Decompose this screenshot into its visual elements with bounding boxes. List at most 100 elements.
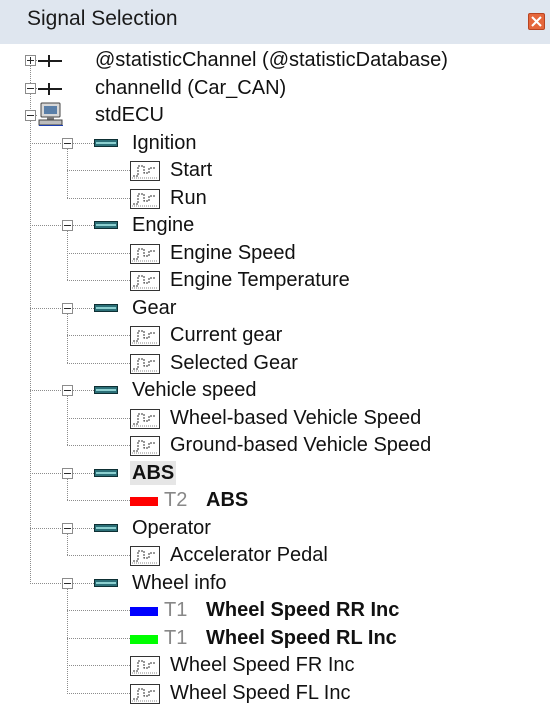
tree-item-label: Vehicle speed [132, 379, 257, 401]
tree-connector-line [73, 582, 94, 584]
tree-connector-line [30, 390, 62, 391]
tree-item-label: Accelerator Pedal [170, 544, 328, 566]
message-icon [94, 221, 118, 229]
expand-toggle-icon[interactable] [25, 55, 36, 66]
signal-tree: @statisticChannel (@statisticDatabase) ch… [0, 44, 550, 717]
tree-row-0[interactable]: @statisticChannel (@statisticDatabase) [0, 47, 550, 74]
tree-item-label: Operator [132, 516, 211, 539]
tree-item-label: Run [170, 186, 207, 209]
tree-row-20[interactable]: T1 Wheel Speed RR Inc [0, 597, 550, 624]
signal-icon [130, 243, 160, 264]
tree-row-13[interactable]: Wheel-based Vehicle Speed [0, 405, 550, 432]
channel-icon [38, 55, 62, 67]
tree-row-19[interactable]: Wheel info [0, 570, 550, 597]
close-icon [531, 16, 542, 27]
tree-connector-line [67, 335, 130, 336]
tree-connector-line [73, 225, 94, 226]
tree-row-16[interactable]: T2 ABS [0, 487, 550, 514]
tree-item-label: ABS [130, 460, 177, 485]
tree-row-15[interactable]: ABS [0, 460, 550, 487]
tree-item-label: Current gear [170, 324, 283, 346]
message-icon [94, 386, 118, 394]
tree-connector-line [30, 527, 62, 529]
tree-connector-line [67, 197, 130, 199]
tree-connector-line [67, 637, 130, 639]
message-icon [94, 138, 118, 147]
collapse-toggle-icon[interactable] [62, 220, 73, 231]
tree-row-17[interactable]: Operator [0, 515, 550, 542]
signal-icon [130, 161, 160, 181]
signal-icon [130, 188, 160, 209]
title-bar: Signal Selection [0, 0, 550, 44]
tree-item-label: Wheel Speed FR Inc [170, 654, 355, 676]
collapse-toggle-icon[interactable] [62, 467, 73, 479]
tree-row-10[interactable]: Current gear [0, 322, 550, 349]
tree-item-label: Wheel Speed RR Inc [206, 599, 400, 621]
tree-row-3[interactable]: Ignition [0, 130, 550, 157]
tree-row-4[interactable]: Start [0, 157, 550, 184]
tree-connector-line [73, 527, 94, 529]
tree-connector-line [73, 142, 94, 144]
tree-connector-line [73, 307, 94, 309]
tree-item-label: Engine Speed [170, 241, 296, 264]
message-icon [94, 303, 118, 312]
tree-row-18[interactable]: Accelerator Pedal [0, 542, 550, 569]
collapse-toggle-icon[interactable] [62, 302, 73, 314]
tree-connector-line [73, 390, 94, 391]
trigger-marker: T1 [164, 599, 188, 621]
tree-row-22[interactable]: Wheel Speed FR Inc [0, 652, 550, 679]
tree-row-8[interactable]: Engine Temperature [0, 267, 550, 294]
tree-connector-line [73, 472, 94, 474]
collapse-toggle-icon[interactable] [62, 385, 73, 396]
tree-row-2[interactable]: stdECU [0, 102, 550, 129]
tree-connector-line [67, 665, 130, 666]
tree-connector-line [30, 307, 62, 309]
tree-connector-line [30, 472, 62, 474]
tree-row-9[interactable]: Gear [0, 295, 550, 322]
window-title: Signal Selection [27, 7, 178, 30]
tree-item-label: Wheel info [132, 571, 227, 594]
tree-item-label: @statisticChannel (@statisticDatabase) [95, 49, 448, 71]
tree-connector-line [67, 500, 130, 501]
tree-connector-line [67, 170, 130, 171]
tree-item-label: stdECU [95, 104, 164, 126]
collapse-toggle-icon[interactable] [62, 137, 73, 149]
signal-icon [130, 326, 160, 346]
tree-item-label: Ground-based Vehicle Speed [170, 434, 432, 456]
collapse-toggle-icon[interactable] [62, 522, 73, 534]
close-button[interactable] [528, 13, 545, 30]
tree-row-12[interactable]: Vehicle speed [0, 377, 550, 404]
tree-connector-line [67, 280, 130, 281]
tree-item-label: Wheel Speed FL Inc [170, 681, 351, 704]
trigger-marker: T1 [164, 626, 188, 649]
tree-item-label: Engine Temperature [170, 269, 350, 291]
tree-connector-line [67, 252, 130, 254]
tree-connector-line [67, 692, 130, 694]
tree-row-11[interactable]: Selected Gear [0, 350, 550, 377]
message-icon [94, 523, 118, 532]
tree-row-21[interactable]: T1 Wheel Speed RL Inc [0, 625, 550, 652]
tree-connector-line [30, 142, 62, 144]
tree-item-label: Selected Gear [170, 351, 298, 374]
collapse-toggle-icon[interactable] [25, 110, 36, 121]
signal-icon [130, 271, 160, 291]
tree-row-1[interactable]: channelId (Car_CAN) [0, 75, 550, 102]
tree-row-23[interactable]: Wheel Speed FL Inc [0, 680, 550, 707]
tree-item-label: Engine [132, 214, 195, 236]
channel-icon [38, 82, 62, 95]
signal-color-indicator [130, 497, 158, 506]
tree-row-14[interactable]: Ground-based Vehicle Speed [0, 432, 550, 459]
collapse-toggle-icon[interactable] [25, 82, 36, 94]
tree-connector-line [30, 582, 62, 584]
tree-row-6[interactable]: Engine [0, 212, 550, 239]
collapse-toggle-icon[interactable] [62, 577, 73, 589]
signal-icon [130, 353, 160, 374]
tree-row-5[interactable]: Run [0, 185, 550, 212]
tree-connector-line [30, 225, 62, 226]
tree-connector-line [67, 417, 130, 419]
tree-item-label: Wheel-based Vehicle Speed [170, 406, 422, 429]
message-icon [94, 578, 118, 587]
tree-row-7[interactable]: Engine Speed [0, 240, 550, 267]
signal-icon [130, 656, 160, 676]
trigger-marker: T2 [164, 489, 188, 511]
